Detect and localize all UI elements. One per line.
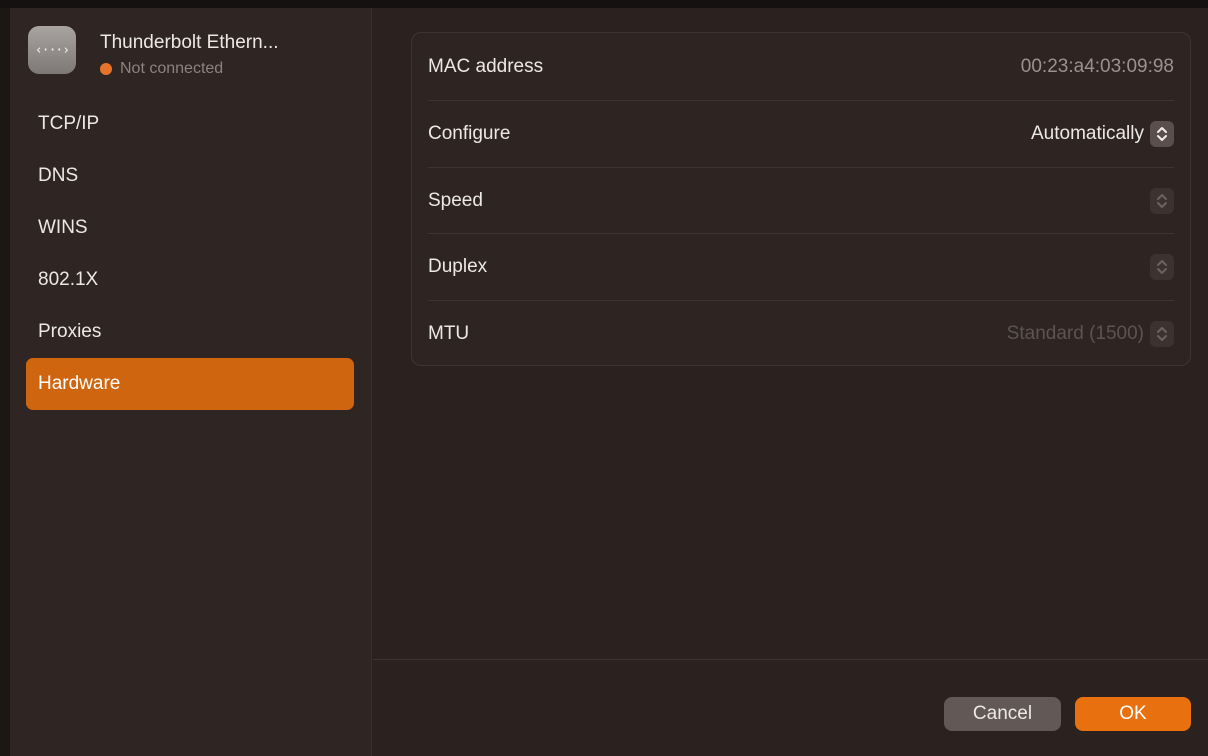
interface-status-text: Not connected [120,60,224,77]
hardware-settings-card: MAC address 00:23:a4:03:09:98 Configure … [411,32,1191,366]
mac-address-label: MAC address [428,55,544,77]
network-settings-window: ‹···› Thunderbolt Ethern... Not connecte… [0,0,1208,756]
interface-name: Thunderbolt Ethern... [100,32,279,53]
duplex-row: Duplex [428,233,1174,300]
speed-popup[interactable] [1144,187,1174,214]
duplex-popup[interactable] [1144,253,1174,280]
main-panel: MAC address 00:23:a4:03:09:98 Configure … [373,8,1208,756]
interface-status: Not connected [100,60,223,78]
status-dot-icon [100,63,112,75]
mtu-popup[interactable]: Standard (1500) [1006,320,1174,347]
ok-button[interactable]: OK [1075,697,1191,731]
cancel-button[interactable]: Cancel [944,697,1061,731]
mac-address-value: 00:23:a4:03:09:98 [1020,55,1174,77]
sidebar-item-dns[interactable]: DNS [26,150,354,202]
mtu-label: MTU [428,322,470,344]
mac-address-row: MAC address 00:23:a4:03:09:98 [428,33,1174,100]
footer-divider [373,659,1208,660]
sidebar-item-8021x[interactable]: 802.1X [26,254,354,306]
chevron-up-down-icon [1150,120,1174,147]
sidebar-item-tcpip[interactable]: TCP/IP [26,98,354,150]
sidebar-nav: TCP/IP DNS WINS 802.1X Proxies Hardware [26,98,354,410]
mtu-value: Standard (1500) [1006,322,1144,344]
interface-header: ‹···› Thunderbolt Ethern... Not connecte… [28,22,348,82]
chevron-up-down-icon [1150,187,1174,214]
configure-label: Configure [428,122,511,144]
speed-row: Speed [428,167,1174,234]
chevron-up-down-icon [1150,320,1174,347]
sidebar-item-proxies[interactable]: Proxies [26,306,354,358]
chevron-up-down-icon [1150,253,1174,280]
configure-popup[interactable]: Automatically [1031,120,1174,147]
sidebar-item-hardware[interactable]: Hardware [26,358,354,410]
configure-row: Configure Automatically [428,100,1174,167]
sidebar-item-wins[interactable]: WINS [26,202,354,254]
speed-label: Speed [428,189,483,211]
mtu-row: MTU Standard (1500) [428,300,1174,367]
configure-value: Automatically [1031,122,1144,144]
duplex-label: Duplex [428,255,488,277]
window-top-edge [0,0,1208,8]
window-left-edge [0,8,10,756]
network-arrows-icon: ‹···› [28,26,76,74]
